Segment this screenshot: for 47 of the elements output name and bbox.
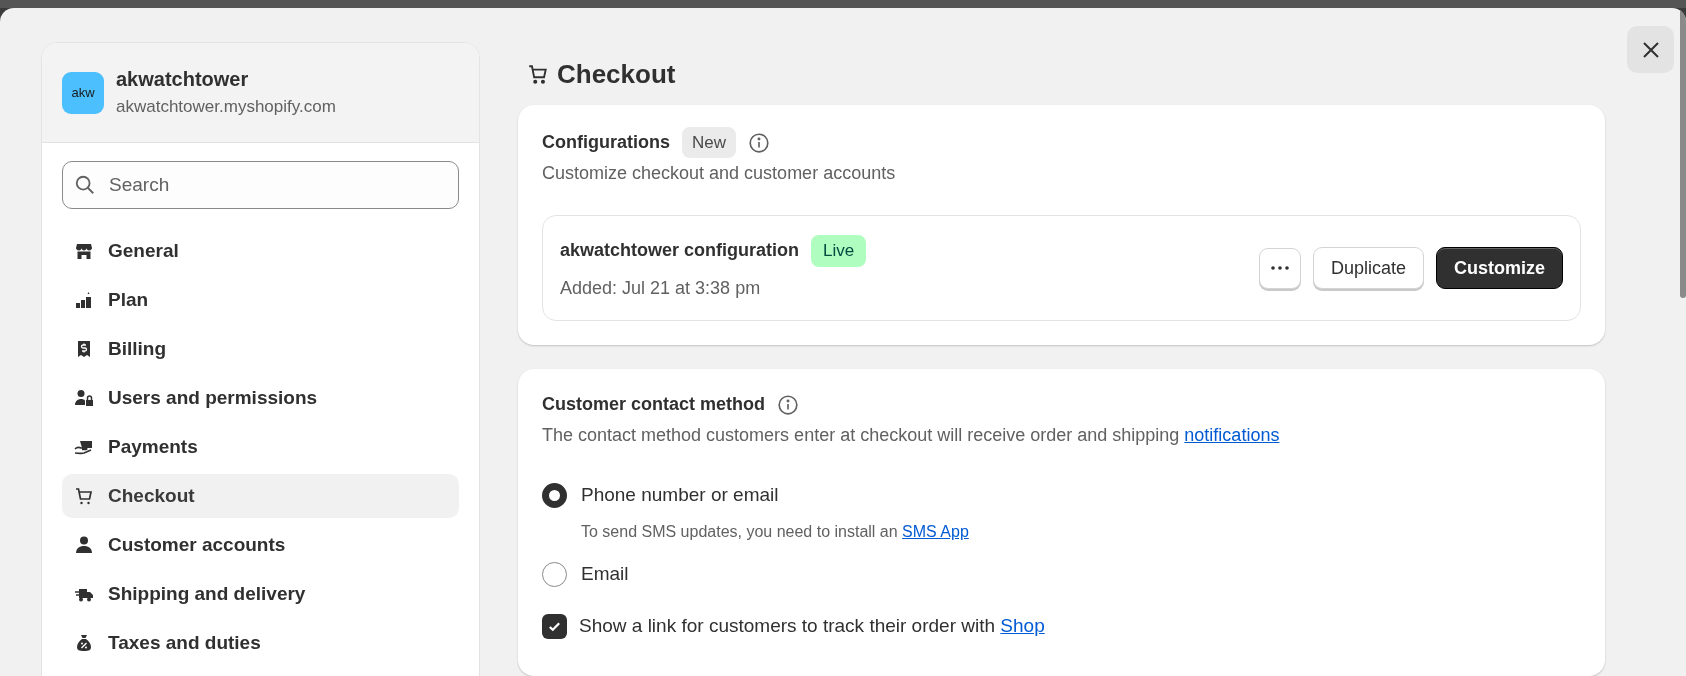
- sidebar-item[interactable]: Plan: [62, 278, 459, 322]
- section-description: The contact method customers enter at checkout will receive order and shipping notifications: [542, 424, 1281, 448]
- section-description: Customize checkout and customer accounts: [542, 162, 897, 186]
- page-title: Checkout: [557, 58, 676, 91]
- user-lock-icon: [74, 388, 94, 408]
- section-title: Customer contact method: [542, 393, 766, 417]
- sidebar-item[interactable]: Taxes and duties: [62, 621, 459, 665]
- sidebar-item[interactable]: Checkout: [62, 474, 459, 518]
- configuration-name: akwatchtower configuration: [560, 239, 800, 263]
- info-icon[interactable]: [748, 131, 770, 154]
- section-title: Configurations: [542, 131, 670, 155]
- added-date: Added: Jul 21 at 3:38 pm: [560, 276, 762, 300]
- link[interactable]: Shop: [1000, 615, 1045, 637]
- store-icon: [74, 241, 94, 261]
- help-text: To send SMS updates, you need to install an SMS App: [581, 521, 970, 542]
- checkbox[interactable]: [542, 614, 567, 640]
- cart-icon: [74, 486, 94, 506]
- sidebar-item[interactable]: Shipping and delivery: [62, 572, 459, 616]
- steps-icon: [74, 290, 94, 310]
- sidebar-item[interactable]: Billing: [62, 327, 459, 371]
- radio-label[interactable]: Phone number or email: [581, 481, 779, 510]
- info-icon[interactable]: [777, 393, 800, 416]
- link[interactable]: SMS App: [902, 522, 969, 540]
- radio-button[interactable]: [542, 483, 567, 509]
- link[interactable]: notifications: [1184, 425, 1280, 446]
- search-field[interactable]: Search: [62, 161, 459, 209]
- close-icon: [1640, 39, 1661, 60]
- customize-button[interactable]: Customize: [1436, 247, 1563, 290]
- checkbox-label: Show a link for customers to track their order with Shop: [579, 614, 1045, 639]
- sidebar-item[interactable]: Users and permissions: [62, 376, 459, 420]
- new-badge: New: [682, 126, 736, 159]
- sidebar-item[interactable]: General: [62, 229, 459, 273]
- store-domain: akwatchtower.myshopify.com: [116, 96, 336, 118]
- ellipsis-icon: [1269, 266, 1290, 271]
- close-button[interactable]: [1627, 26, 1674, 73]
- cart-icon: [527, 63, 549, 86]
- radio-button[interactable]: [542, 561, 567, 587]
- sidebar-item[interactable]: Payments: [62, 425, 459, 469]
- sidebar-item[interactable]: Customer accounts: [62, 523, 459, 567]
- search-icon: [74, 174, 96, 196]
- duplicate-button[interactable]: Duplicate: [1312, 247, 1424, 290]
- person-icon: [74, 535, 94, 555]
- live-badge: Live: [811, 235, 867, 267]
- money-bag-icon: [74, 633, 94, 653]
- radio-label[interactable]: Email: [581, 559, 629, 589]
- store-avatar: akw: [62, 71, 104, 114]
- store-name: akwatchtower: [116, 67, 250, 93]
